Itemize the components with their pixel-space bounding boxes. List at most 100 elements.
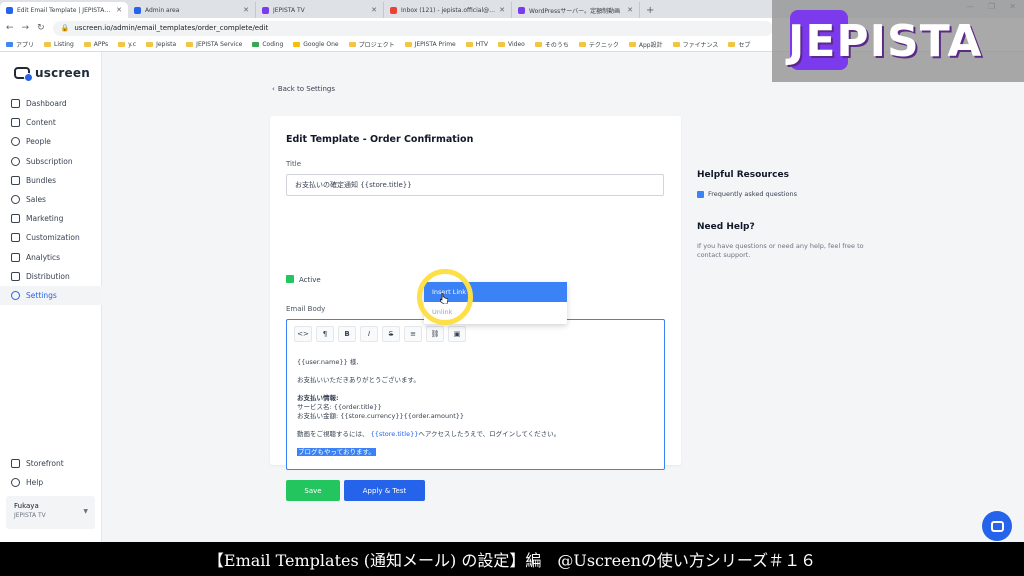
list-button[interactable]: ≡ [404, 326, 422, 342]
chat-support-button[interactable] [982, 511, 1012, 541]
bookmark-item[interactable]: テクニック [578, 40, 619, 49]
bookmark-item[interactable]: HTV [465, 41, 488, 48]
sidebar-item-bundles[interactable]: Bundles [0, 171, 102, 190]
image-icon: ▣ [453, 330, 461, 338]
folder-icon [465, 42, 473, 47]
tab-title: Admin area [145, 6, 180, 14]
page-title: Edit Template - Order Confirmation [286, 134, 474, 145]
folder-icon [672, 42, 680, 47]
new-tab-button[interactable]: + [640, 2, 660, 18]
bookmark-item[interactable]: そのうち [534, 40, 569, 49]
bookmark-item[interactable]: Listing [44, 41, 74, 48]
bookmark-item[interactable]: Jepista [146, 41, 176, 48]
sidebar-item-content[interactable]: Content [0, 113, 102, 132]
sidebar-item-subscription[interactable]: Subscription [0, 152, 102, 171]
close-icon[interactable]: ✕ [116, 6, 122, 14]
sidebar-item-distribution[interactable]: Distribution [0, 267, 102, 286]
url-field[interactable]: 🔒 uscreen.io/admin/email_templates/order… [52, 20, 773, 36]
browser-tab-admin-area[interactable]: Admin area ✕ [128, 2, 256, 18]
close-icon[interactable]: ✕ [499, 6, 505, 14]
sidebar: uscreen Dashboard Content People Subscri… [0, 52, 102, 542]
share-icon [11, 271, 20, 281]
bookmark-item[interactable]: y.c [118, 41, 136, 48]
uscreen-logo[interactable]: uscreen [14, 66, 90, 82]
bookmark-item[interactable]: Google One [293, 41, 339, 48]
email-body-content[interactable]: {{user.name}} 様, お支払いいただきありがとうございます。 お支払… [297, 358, 657, 466]
reload-icon[interactable]: ↻ [37, 23, 45, 33]
sidebar-item-settings[interactable]: Settings [0, 285, 102, 306]
folder-icon [578, 42, 586, 47]
account-switcher[interactable]: Fukaya JEPISTA TV ▼ [6, 496, 95, 529]
forward-arrow-icon[interactable]: → [22, 23, 30, 33]
close-icon[interactable]: ✕ [371, 6, 377, 14]
bookmark-item[interactable]: Coding [252, 41, 283, 48]
caret-down-icon: ▼ [83, 508, 88, 515]
bookmark-item[interactable]: Video [498, 41, 525, 48]
title-input[interactable]: お支払いの確定通知 {{store.title}} [286, 174, 664, 196]
bold-button[interactable]: B [338, 326, 356, 342]
close-icon[interactable]: ✕ [243, 6, 249, 14]
browser-tab-wordpress[interactable]: WordPressサーバー。定額制動画 ✕ [512, 2, 640, 18]
help-icon [11, 478, 20, 488]
bookmark-item[interactable]: App設計 [628, 40, 663, 49]
chart-icon [11, 252, 20, 262]
bookmark-item[interactable]: アプリ [6, 40, 34, 49]
active-checkbox[interactable] [286, 275, 294, 283]
gmail-favicon-icon [390, 6, 397, 14]
back-to-settings-link[interactable]: ‹ Back to Settings [272, 85, 335, 93]
sidebar-bottom: Storefront Help [0, 454, 102, 492]
video-caption: 【Email Templates (通知メール) の設定】編 @Uscreenの… [0, 542, 1024, 576]
bookmark-item[interactable]: JEPISTA Service [186, 41, 242, 48]
document-icon [697, 190, 704, 198]
body-line: {{user.name}} 様, [297, 358, 359, 366]
bookmark-item[interactable]: プロジェクト [348, 40, 395, 49]
account-org: JEPISTA TV [14, 512, 46, 519]
help-title: Need Help? [697, 222, 755, 232]
store-title-link[interactable]: {{store.title}} [371, 430, 419, 438]
browser-tab-jepista-tv[interactable]: JEPISTA TV ✕ [256, 2, 384, 18]
sidebar-item-marketing[interactable]: Marketing [0, 209, 102, 228]
bookmark-item[interactable]: JEPISTA Prime [404, 41, 456, 48]
hand-cursor-icon [440, 293, 448, 304]
back-arrow-icon[interactable]: ← [6, 23, 14, 33]
sidebar-item-people[interactable]: People [0, 132, 102, 151]
box-icon [11, 175, 20, 185]
strikethrough-button[interactable]: S [382, 326, 400, 342]
selected-text[interactable]: ブログもやっております。 [297, 448, 376, 456]
sidebar-item-sales[interactable]: Sales [0, 190, 102, 209]
sidebar-item-analytics[interactable]: Analytics [0, 248, 102, 267]
sidebar-nav: Dashboard Content People Subscription Bu… [0, 94, 102, 306]
save-button[interactable]: Save [286, 480, 340, 501]
sidebar-item-dashboard[interactable]: Dashboard [0, 94, 102, 113]
link-button[interactable]: ⛓ [426, 326, 444, 342]
apply-test-button[interactable]: Apply & Test [344, 480, 425, 501]
image-button[interactable]: ▣ [448, 326, 466, 342]
folder-icon [628, 42, 636, 47]
folder-icon [83, 42, 91, 47]
sidebar-item-help[interactable]: Help [0, 473, 102, 492]
faq-link[interactable]: Frequently asked questions [697, 190, 797, 198]
active-label: Active [299, 276, 321, 284]
body-line: お支払いいただきありがとうございます。 [297, 376, 420, 384]
bookmark-item[interactable]: セブ [728, 40, 750, 49]
sidebar-item-storefront[interactable]: Storefront [0, 454, 102, 473]
email-body-editor[interactable]: <> ¶ B I S ≡ ⛓ ▣ {{user.name}} 様, お支払いいた… [286, 319, 665, 470]
sidebar-item-customization[interactable]: Customization [0, 228, 102, 247]
bookmark-item[interactable]: ファイナンス [672, 40, 718, 49]
body-line: お支払い金額: {{store.currency}}{{order.amount… [297, 412, 465, 420]
dashboard-icon [11, 99, 20, 109]
lock-icon: 🔒 [60, 24, 70, 32]
browser-tab-edit-template[interactable]: Edit Email Template | JEPISTA TV ✕ [0, 2, 128, 18]
bookmark-item[interactable]: APPs [83, 41, 108, 48]
folder-icon [44, 42, 52, 47]
italic-button[interactable]: I [360, 326, 378, 342]
email-body-label: Email Body [286, 305, 326, 313]
code-view-button[interactable]: <> [294, 326, 312, 342]
url-text: uscreen.io/admin/email_templates/order_c… [74, 24, 269, 32]
helpful-resources: Helpful Resources Frequently asked quest… [697, 170, 797, 198]
folder-icon [534, 42, 542, 47]
paragraph-button[interactable]: ¶ [316, 326, 334, 342]
browser-tab-inbox[interactable]: Inbox (121) - jepista.official@gm ✕ [384, 2, 512, 18]
uscreen-favicon-icon [6, 6, 13, 14]
close-icon[interactable]: ✕ [627, 6, 633, 14]
